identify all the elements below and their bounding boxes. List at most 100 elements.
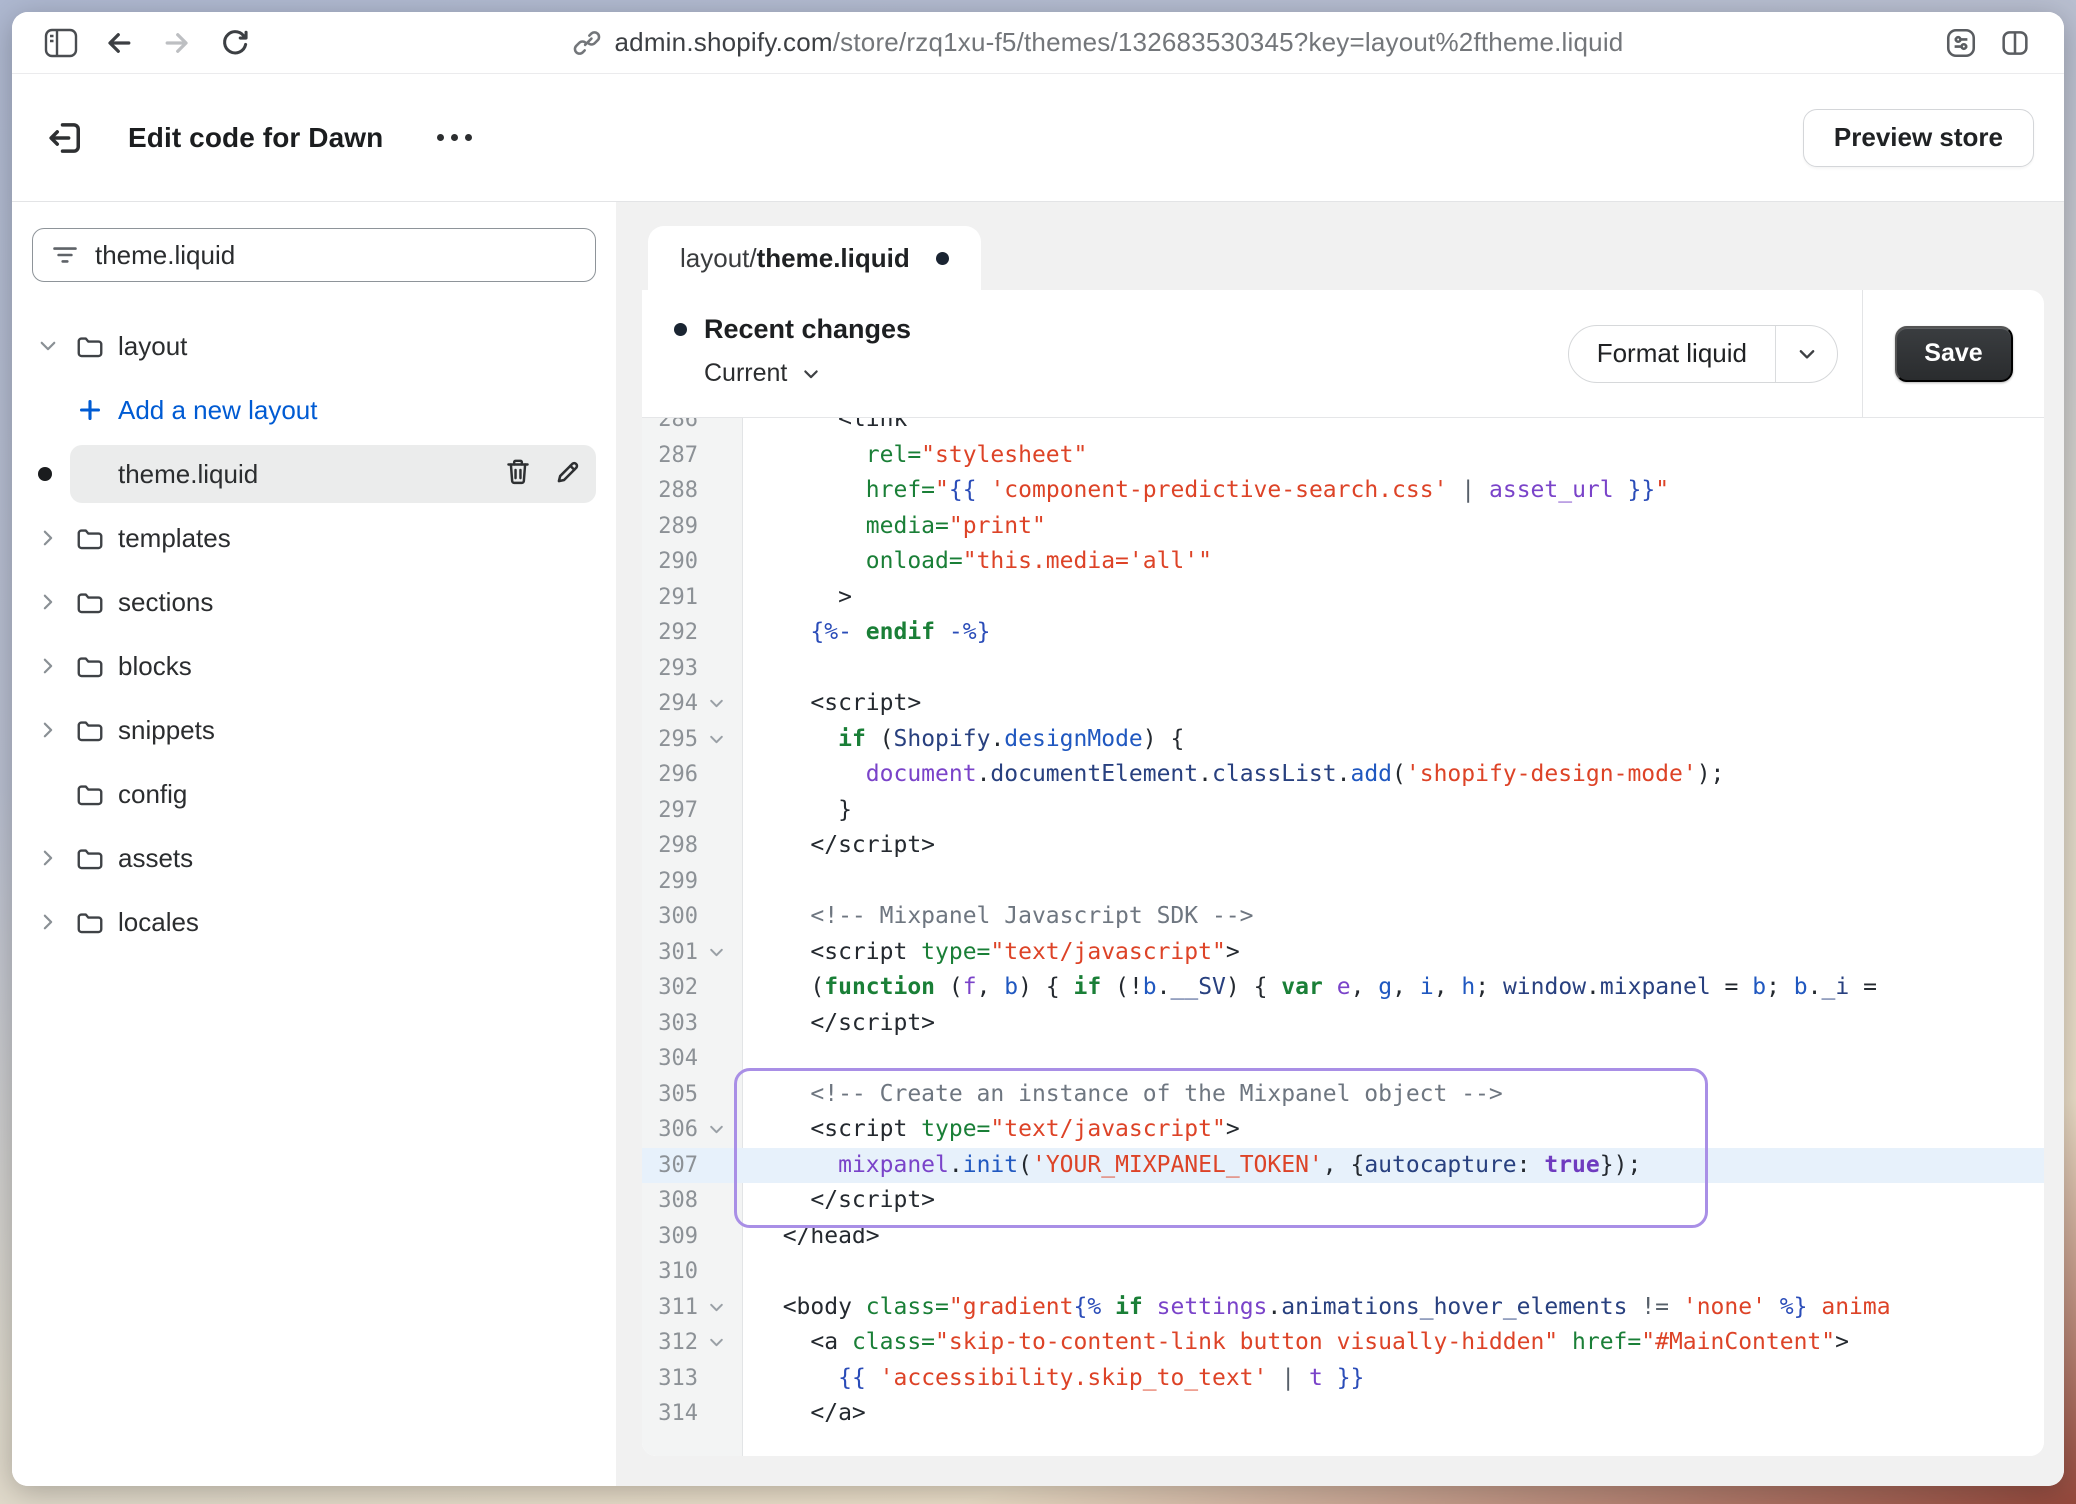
code-line[interactable]: 309 </head> bbox=[642, 1219, 2044, 1255]
line-number: 309 bbox=[642, 1219, 698, 1255]
sidebar-item-locales[interactable]: locales bbox=[32, 890, 596, 954]
chevron-down-icon bbox=[32, 336, 70, 356]
code-line[interactable]: 312 <a class="skip-to-content-link butto… bbox=[642, 1325, 2044, 1361]
folder-icon bbox=[74, 588, 106, 616]
code-line[interactable]: 294 <script> bbox=[642, 686, 2044, 722]
line-gutter: 308 bbox=[642, 1183, 743, 1219]
chevron-right-icon bbox=[32, 848, 70, 868]
code-line[interactable]: 301 <script type="text/javascript"> bbox=[642, 935, 2044, 971]
folder-icon bbox=[75, 780, 105, 808]
recent-changes-label: Recent changes bbox=[704, 314, 911, 345]
code-line[interactable]: 287 rel="stylesheet" bbox=[642, 438, 2044, 474]
line-number: 304 bbox=[642, 1041, 698, 1077]
code-line[interactable]: 306 <script type="text/javascript"> bbox=[642, 1112, 2044, 1148]
code-line[interactable]: 310 bbox=[642, 1254, 2044, 1290]
code-line[interactable]: 295 if (Shopify.designMode) { bbox=[642, 722, 2044, 758]
code-line[interactable]: 305 <!-- Create an instance of the Mixpa… bbox=[642, 1077, 2044, 1113]
code-line[interactable]: 303 </script> bbox=[642, 1006, 2044, 1042]
line-number: 307 bbox=[642, 1148, 698, 1184]
line-gutter: 310 bbox=[642, 1254, 743, 1290]
line-gutter: 307 bbox=[642, 1148, 743, 1184]
plus-icon bbox=[74, 397, 106, 423]
fold-toggle[interactable] bbox=[698, 1334, 734, 1351]
code-line[interactable]: 288 href="{{ 'component-predictive-searc… bbox=[642, 473, 2044, 509]
code-line[interactable]: 293 bbox=[642, 651, 2044, 687]
back-icon[interactable] bbox=[96, 20, 142, 66]
line-gutter: 297 bbox=[642, 793, 743, 829]
file-row-actions bbox=[504, 457, 582, 492]
fold-toggle[interactable] bbox=[698, 1299, 734, 1316]
code-line[interactable]: 302 (function (f, b) { if (!b.__SV) { va… bbox=[642, 970, 2044, 1006]
folder-icon bbox=[74, 652, 106, 680]
code-line[interactable]: 311 <body class="gradient{% if settings.… bbox=[642, 1290, 2044, 1326]
line-number: 311 bbox=[642, 1290, 698, 1326]
line-number: 289 bbox=[642, 509, 698, 545]
code-line[interactable]: 291 > bbox=[642, 580, 2044, 616]
forward-icon[interactable] bbox=[154, 20, 200, 66]
url-host: admin.shopify.com bbox=[615, 27, 833, 57]
code-line[interactable]: 300 <!-- Mixpanel Javascript SDK --> bbox=[642, 899, 2044, 935]
delete-file-button[interactable] bbox=[504, 457, 532, 492]
code-line[interactable]: 313 {{ 'accessibility.skip_to_text' | t … bbox=[642, 1361, 2044, 1397]
fold-toggle[interactable] bbox=[698, 944, 734, 961]
code-line[interactable]: 299 bbox=[642, 864, 2044, 900]
line-number: 305 bbox=[642, 1077, 698, 1113]
page-settings-icon[interactable] bbox=[1938, 20, 1984, 66]
save-button[interactable]: Save bbox=[1895, 326, 2013, 382]
chevron-right-icon bbox=[38, 528, 58, 548]
link-icon bbox=[573, 29, 601, 57]
fold-toggle[interactable] bbox=[698, 695, 734, 712]
tab-file-name: theme.liquid bbox=[757, 243, 910, 273]
more-actions-button[interactable] bbox=[427, 124, 482, 151]
code-line[interactable]: 296 document.documentElement.classList.a… bbox=[642, 757, 2044, 793]
sidebar-item-assets[interactable]: assets bbox=[32, 826, 596, 890]
split-view-icon[interactable] bbox=[1992, 20, 2038, 66]
sidebar-item-templates[interactable]: templates bbox=[32, 506, 596, 570]
code-line-text: <!-- Mixpanel Javascript SDK --> bbox=[743, 899, 2044, 935]
code-line[interactable]: 286 <link bbox=[642, 418, 2044, 438]
code-line[interactable]: 304 bbox=[642, 1041, 2044, 1077]
sidebar-item-theme-liquid[interactable]: theme.liquid bbox=[32, 442, 596, 506]
sidebar-toggle-icon[interactable] bbox=[38, 20, 84, 66]
code-line-text bbox=[743, 651, 2044, 687]
format-liquid-dropdown[interactable] bbox=[1775, 326, 1837, 382]
line-gutter: 286 bbox=[642, 418, 743, 438]
code-editor[interactable]: 286 <link287 rel="stylesheet"288 href="{… bbox=[642, 418, 2044, 1456]
line-gutter: 289 bbox=[642, 509, 743, 545]
code-line[interactable]: 298 </script> bbox=[642, 828, 2044, 864]
line-number: 293 bbox=[642, 651, 698, 687]
chevron-right-icon bbox=[32, 592, 70, 612]
reload-icon[interactable] bbox=[212, 20, 258, 66]
code-line[interactable]: 307 mixpanel.init('YOUR_MIXPANEL_TOKEN',… bbox=[642, 1148, 2044, 1184]
code-line[interactable]: 289 media="print" bbox=[642, 509, 2044, 545]
code-line[interactable]: 314 </a> bbox=[642, 1396, 2044, 1432]
code-line[interactable]: 308 </script> bbox=[642, 1183, 2044, 1219]
line-gutter: 301 bbox=[642, 935, 743, 971]
chevron-down-icon bbox=[801, 364, 821, 384]
exit-editor-icon[interactable] bbox=[42, 114, 90, 162]
code-line-text: </script> bbox=[743, 1006, 2044, 1042]
tab-theme-liquid[interactable]: layout/theme.liquid bbox=[648, 226, 981, 290]
fold-chevron-icon bbox=[708, 944, 725, 961]
preview-store-button[interactable]: Preview store bbox=[1803, 109, 2034, 167]
code-line[interactable]: 292 {%- endif -%} bbox=[642, 615, 2044, 651]
fold-toggle[interactable] bbox=[698, 731, 734, 748]
sidebar-item-snippets[interactable]: snippets bbox=[32, 698, 596, 762]
rename-file-button[interactable] bbox=[554, 458, 582, 491]
tree-item-label: snippets bbox=[118, 715, 215, 746]
code-line[interactable]: 297 } bbox=[642, 793, 2044, 829]
folder-icon bbox=[75, 332, 105, 360]
sidebar-item-blocks[interactable]: blocks bbox=[32, 634, 596, 698]
address-field[interactable]: admin.shopify.com/store/rzq1xu-f5/themes… bbox=[258, 27, 1938, 58]
sidebar-item-add-a-new-layout[interactable]: Add a new layout bbox=[32, 378, 596, 442]
tree-row-body: templates bbox=[70, 509, 596, 567]
sidebar-item-sections[interactable]: sections bbox=[32, 570, 596, 634]
sidebar-item-config[interactable]: config bbox=[32, 762, 596, 826]
sidebar-item-layout[interactable]: layout bbox=[32, 314, 596, 378]
fold-toggle[interactable] bbox=[698, 1121, 734, 1138]
file-search-input[interactable]: theme.liquid bbox=[32, 228, 596, 282]
code-line[interactable]: 290 onload="this.media='all'" bbox=[642, 544, 2044, 580]
format-liquid-button[interactable]: Format liquid bbox=[1568, 325, 1838, 383]
folder-icon bbox=[75, 652, 105, 680]
version-dropdown[interactable]: Current bbox=[704, 359, 1568, 388]
